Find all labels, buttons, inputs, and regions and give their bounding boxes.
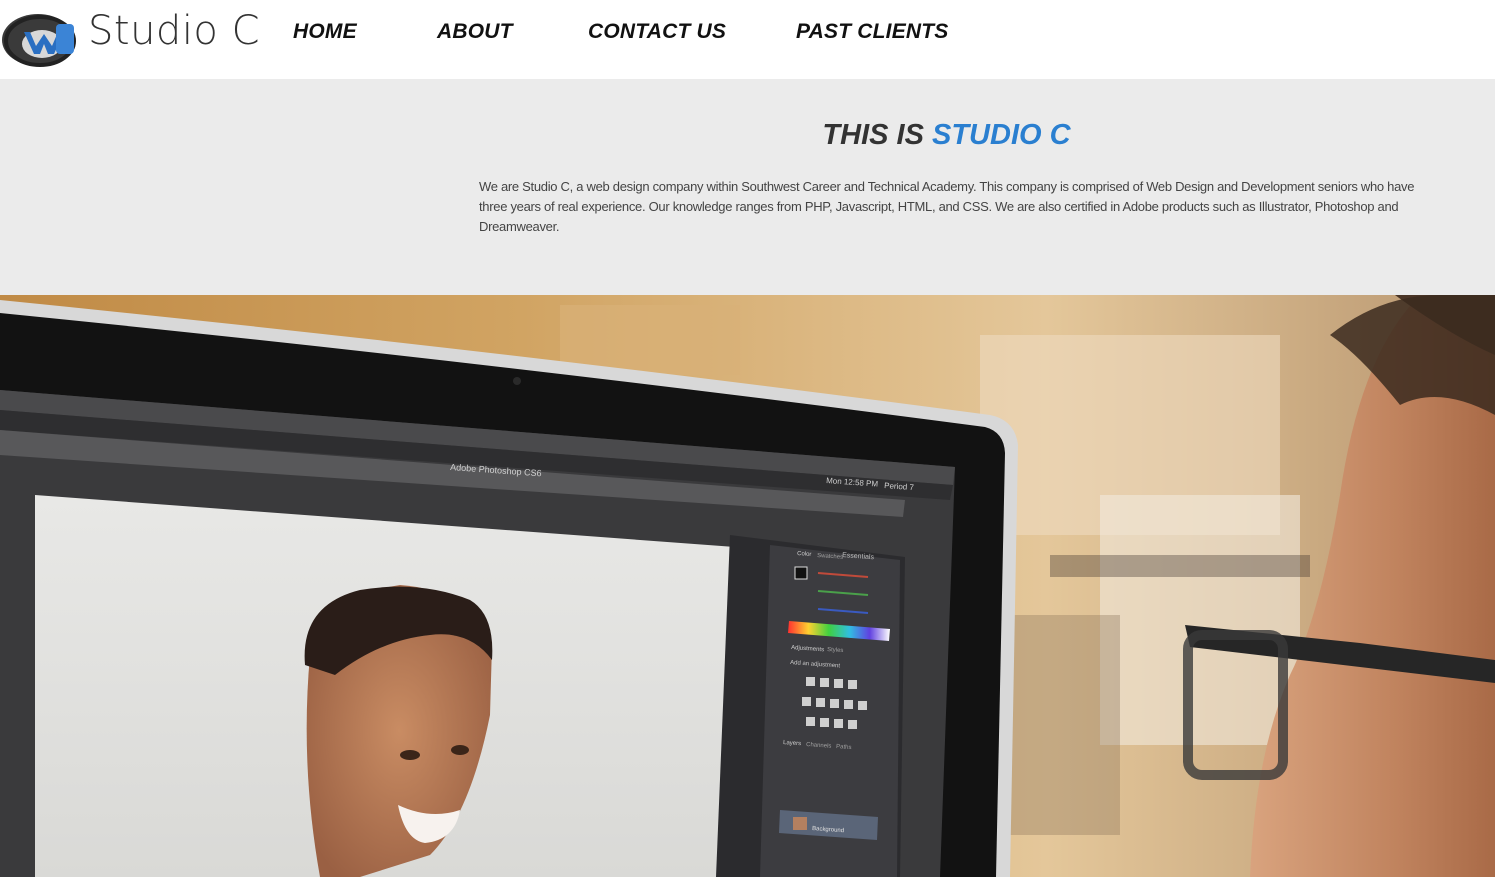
about-section: THIS IS STUDIO C We are Studio C, a web … xyxy=(0,79,1495,295)
panel-tab-styles: Styles xyxy=(827,647,844,654)
nav-about[interactable]: ABOUT xyxy=(437,20,513,44)
about-description: We are Studio C, a web design company wi… xyxy=(479,179,1415,234)
nav-home[interactable]: HOME xyxy=(293,20,357,44)
panel-tab-color: Color xyxy=(797,551,812,558)
nav-past-clients[interactable]: PAST CLIENTS xyxy=(796,20,949,44)
about-title: THIS IS STUDIO C xyxy=(0,119,1495,152)
brand-name[interactable]: Studio C xyxy=(88,8,260,54)
about-title-highlight: STUDIO C xyxy=(932,119,1071,151)
nav-contact-us[interactable]: CONTACT US xyxy=(588,20,726,44)
panel-tab-layers: Layers xyxy=(783,740,801,747)
hero-photo: Adobe Photoshop CS6 Mon 12:58 PM Period … xyxy=(0,295,1495,877)
about-title-prefix: THIS IS xyxy=(822,119,932,151)
studio-c-logo-icon[interactable] xyxy=(0,4,82,72)
panel-tab-paths: Paths xyxy=(836,744,852,751)
site-header: Studio C HOME ABOUT CONTACT US PAST CLIE… xyxy=(0,0,1495,79)
